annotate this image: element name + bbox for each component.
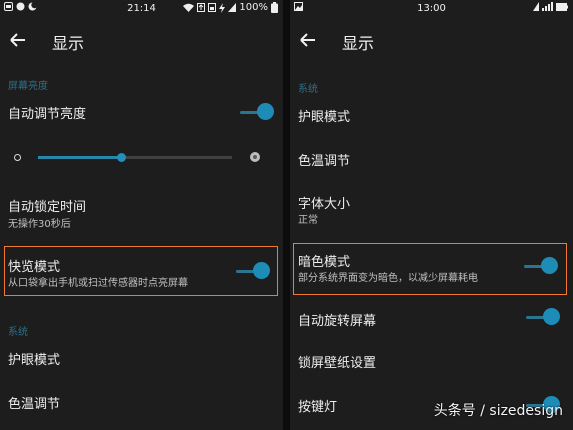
arrow-left-icon[interactable]: [8, 30, 28, 50]
signal-icon: [542, 2, 553, 11]
signal-icon: [208, 3, 217, 12]
brightness-slider-fill: [38, 156, 122, 159]
sim-icon: [533, 2, 539, 11]
section-header-system: 系统: [298, 84, 318, 95]
status-icons: [533, 2, 568, 11]
arrow-left-icon[interactable]: [298, 30, 318, 50]
header: 显示: [290, 26, 573, 58]
key-light-label[interactable]: 按键灯: [298, 396, 337, 415]
auto-rotate-toggle[interactable]: [526, 308, 560, 326]
auto-lock-value: 无操作30秒后: [8, 219, 71, 230]
dark-mode-toggle[interactable]: [524, 257, 558, 275]
brightness-slider-thumb[interactable]: [116, 153, 126, 162]
color-temp-item[interactable]: 色温调节: [298, 150, 350, 169]
eye-care-item[interactable]: 护眼模式: [298, 106, 350, 125]
quick-view-label[interactable]: 快览模式: [8, 256, 60, 275]
auto-brightness-label[interactable]: 自动调节亮度: [8, 103, 86, 122]
quick-view-toggle[interactable]: [236, 262, 270, 280]
auto-rotate-label[interactable]: 自动旋转屏幕: [298, 310, 376, 329]
data-icon: [197, 3, 206, 12]
eye-care-item[interactable]: 护眼模式: [8, 349, 60, 368]
font-size-label[interactable]: 字体大小: [298, 193, 350, 212]
quick-view-description: 从口袋拿出手机或扫过传感器时点亮屏幕: [8, 278, 188, 289]
section-header-system: 系统: [8, 327, 28, 338]
status-bar: 13:00: [290, 0, 573, 18]
section-header-brightness: 屏幕亮度: [8, 81, 48, 92]
auto-brightness-toggle[interactable]: [240, 103, 274, 121]
sim-icon: [228, 3, 237, 12]
status-icons: 100%: [183, 2, 278, 13]
brightness-slider-track[interactable]: [121, 156, 232, 159]
page-title: 显示: [342, 34, 375, 53]
divider: [283, 0, 290, 430]
charging-icon: [219, 2, 226, 13]
lock-wallpaper-item[interactable]: 锁屏壁纸设置: [298, 352, 376, 371]
watermark: 头条号 / sizedesign: [433, 403, 563, 419]
left-screenshot: 21:14 100% 显示 屏幕亮度 自动调节亮度 自动锁定时间 无操作30秒后…: [0, 0, 283, 430]
brightness-low-icon: [14, 154, 21, 161]
auto-lock-label[interactable]: 自动锁定时间: [8, 196, 86, 215]
battery-percent: 100%: [239, 2, 268, 13]
dark-mode-description: 部分系统界面变为暗色，以减少屏幕耗电: [298, 273, 478, 284]
battery-icon: [556, 2, 568, 11]
right-screenshot: 13:00 显示 系统 护眼模式 色温调节 字体大小 正常 暗色模式 部分系统界…: [290, 0, 573, 430]
wifi-icon: [183, 3, 195, 12]
battery-icon: [271, 2, 278, 13]
brightness-high-icon: [250, 152, 260, 162]
dark-mode-label[interactable]: 暗色模式: [298, 251, 350, 270]
font-size-value: 正常: [298, 215, 318, 226]
status-time: 13:00: [417, 3, 446, 14]
status-bar: 21:14 100%: [0, 0, 283, 18]
page-title: 显示: [52, 34, 85, 53]
header: 显示: [0, 26, 283, 58]
color-temp-item[interactable]: 色温调节: [8, 393, 60, 412]
